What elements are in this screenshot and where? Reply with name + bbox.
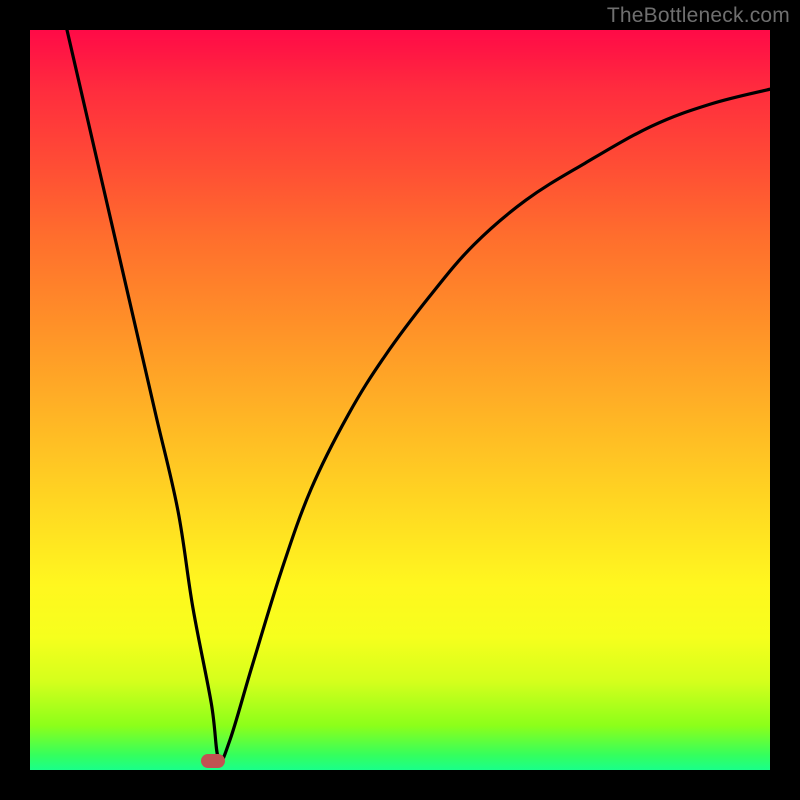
minimum-marker: [201, 754, 225, 768]
plot-area: [30, 30, 770, 770]
watermark-label: TheBottleneck.com: [607, 4, 790, 28]
chart-frame: TheBottleneck.com: [0, 0, 800, 800]
bottleneck-curve: [30, 30, 770, 770]
